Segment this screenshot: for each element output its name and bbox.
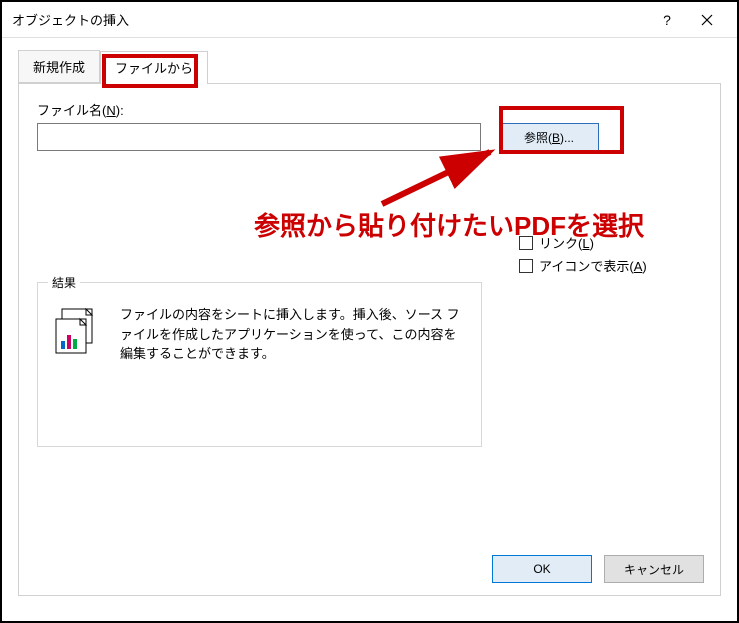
- filename-input[interactable]: [37, 123, 481, 151]
- filename-label: ファイル名(N):: [37, 100, 702, 119]
- result-group: 結果 ファイルの内容をシートに挿入します。挿入後、ソース ファイルを作成したアプ…: [37, 282, 482, 447]
- ok-button[interactable]: OK: [492, 555, 592, 583]
- dialog-buttons: OK キャンセル: [492, 555, 704, 583]
- result-text: ファイルの内容をシートに挿入します。挿入後、ソース ファイルを作成したアプリケー…: [120, 305, 465, 364]
- tab-create-new[interactable]: 新規作成: [18, 50, 100, 83]
- result-legend: 結果: [48, 274, 80, 291]
- window-title: オブジェクトの挿入: [12, 10, 647, 29]
- tabs: 新規作成 ファイルから: [18, 50, 721, 83]
- tab-panel-from-file: ファイル名(N): 参照(B)... リンク(L) アイコンで表示(A) 結果: [18, 83, 721, 596]
- icon-checkbox[interactable]: [519, 259, 533, 273]
- icon-checkbox-label: アイコンで表示(A): [539, 256, 647, 275]
- titlebar: オブジェクトの挿入 ?: [2, 2, 737, 38]
- chart-document-icon: [54, 305, 104, 355]
- close-button[interactable]: [687, 2, 727, 37]
- tab-from-file[interactable]: ファイルから: [100, 51, 208, 84]
- icon-checkbox-row[interactable]: アイコンで表示(A): [519, 256, 647, 275]
- help-button[interactable]: ?: [647, 2, 687, 37]
- close-icon: [701, 14, 713, 26]
- annotation-text: 参照から貼り付けたいPDFを選択: [254, 206, 644, 243]
- cancel-button[interactable]: キャンセル: [604, 555, 704, 583]
- browse-button[interactable]: 参照(B)...: [499, 123, 599, 151]
- content-area: 新規作成 ファイルから ファイル名(N): 参照(B)... リンク(L) アイ…: [2, 38, 737, 612]
- result-icon: [54, 305, 104, 355]
